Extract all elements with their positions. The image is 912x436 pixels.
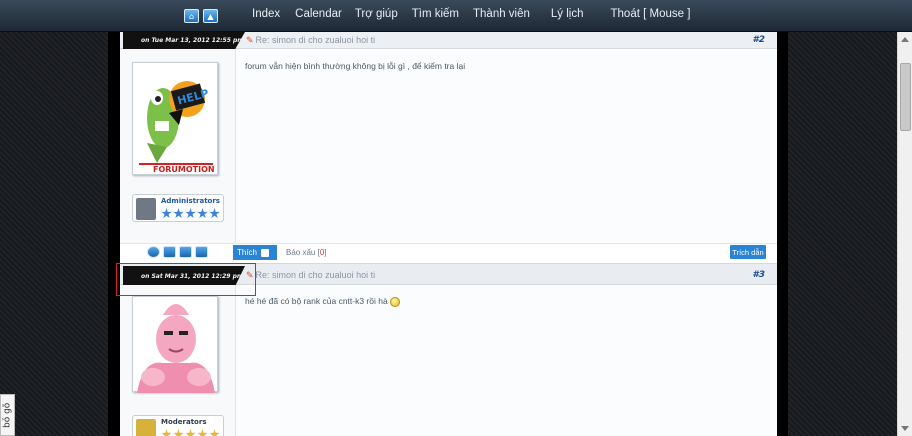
scroll-up-icon[interactable] [901, 37, 909, 42]
nav-links: Index Calendar Trợ giúp Tìm kiếm Thành v… [240, 8, 690, 20]
star-icon [209, 208, 220, 219]
post-title[interactable]: Re: simon di cho zualuoi hoi ti [256, 35, 376, 45]
like-button[interactable]: Thích [233, 245, 277, 260]
post-footer: Thích Báo xấu [0] Trích dẫn [120, 243, 777, 261]
post-number[interactable]: #2 [752, 35, 765, 45]
website-icon[interactable] [147, 246, 160, 258]
post-profile: HELP FORUMOTION Administrators [120, 49, 236, 261]
post-title-icon: ✎ [246, 270, 254, 280]
star-icon [185, 429, 196, 436]
star-icon [197, 429, 208, 436]
page-scrollbar[interactable] [897, 32, 912, 436]
grin-emoji-icon [389, 296, 400, 307]
post-action-icons [147, 246, 208, 258]
private-message-icon[interactable] [179, 246, 192, 258]
star-icon [209, 429, 220, 436]
post-message-text: hé hé đã có bộ rank của cntt-k3 rồi hà [245, 296, 388, 306]
majin-buu-avatar-image [137, 304, 215, 393]
rank-badge: Moderators [132, 415, 224, 436]
post-date: on Sat Mar 31, 2012 12:29 pm [123, 266, 245, 286]
input-method-toggle[interactable]: bỏ gõ [0, 394, 15, 436]
quote-button[interactable]: Trích dẫn [730, 245, 766, 259]
nav-link-search[interactable]: Tìm kiếm [412, 8, 459, 20]
post-message: hé hé đã có bộ rank của cntt-k3 rồi hà [245, 296, 400, 307]
post-body: hé hé đã có bộ rank của cntt-k3 rồi hà [237, 285, 777, 436]
avatar-caption: FORUMOTION [153, 165, 215, 174]
star-icon [161, 208, 172, 219]
profile-icon[interactable]: ▲ [203, 9, 218, 23]
email-icon[interactable] [163, 246, 176, 258]
rank-label: Administrators [161, 197, 220, 205]
star-icon [173, 429, 184, 436]
nav-icon-group: ⌂ ▲ [184, 9, 218, 23]
rank-label: Moderators [161, 418, 207, 426]
admin-rank-icon [136, 198, 156, 220]
nav-link-index[interactable]: Index [252, 8, 280, 20]
scroll-down-icon[interactable] [901, 426, 909, 431]
rank-stars [161, 208, 220, 219]
post-title[interactable]: Re: simon di cho zualuoi hoi ti [256, 270, 376, 280]
rank-badge: Administrators [132, 194, 224, 222]
report-count: 0 [319, 248, 325, 257]
post-body: forum vẫn hiện bình thường không bị lỗi … [237, 49, 777, 261]
like-label: Thích [237, 248, 258, 257]
thumbs-up-icon [261, 248, 270, 257]
star-icon [161, 429, 172, 436]
avatar[interactable] [132, 296, 218, 393]
forum-post: on Sat Mar 31, 2012 12:29 pm ✎ Re: simon … [120, 261, 777, 436]
moderator-rank-icon [136, 419, 156, 436]
top-navigation-bar: ⌂ ▲ Index Calendar Trợ giúp Tìm kiếm Thà… [0, 0, 912, 32]
nav-link-help[interactable]: Trợ giúp [355, 8, 398, 20]
star-icon [173, 208, 184, 219]
avatar[interactable]: HELP FORUMOTION [132, 62, 218, 175]
post-header: on Sat Mar 31, 2012 12:29 pm ✎ Re: simon … [120, 263, 777, 286]
post-message: forum vẫn hiện bình thường không bị lỗi … [245, 61, 466, 71]
star-icon [197, 208, 208, 219]
post-header: on Tue Mar 13, 2012 12:55 pm ✎ Re: simon … [120, 32, 777, 49]
post-profile: Moderators [120, 285, 236, 436]
home-icon[interactable]: ⌂ [184, 9, 199, 23]
post-number[interactable]: #3 [752, 270, 765, 280]
forum-post: on Tue Mar 13, 2012 12:55 pm ✎ Re: simon … [120, 32, 777, 261]
report-label: Báo xấu [286, 248, 316, 257]
nav-link-profile[interactable]: Lý lịch [551, 8, 584, 20]
profile-icon[interactable] [195, 246, 208, 258]
rank-stars [161, 429, 220, 436]
post-date: on Tue Mar 13, 2012 12:55 pm [123, 32, 245, 49]
forumotion-help-avatar-image: HELP FORUMOTION [139, 81, 215, 174]
star-icon [185, 208, 196, 219]
post-title-icon: ✎ [246, 35, 254, 45]
nav-link-members[interactable]: Thành viên [473, 8, 530, 20]
report-link[interactable]: Báo xấu [0] [286, 248, 327, 257]
nav-link-logout[interactable]: Thoát [ Mouse ] [611, 8, 691, 20]
scroll-thumb[interactable] [900, 63, 911, 131]
nav-link-calendar[interactable]: Calendar [295, 8, 342, 20]
